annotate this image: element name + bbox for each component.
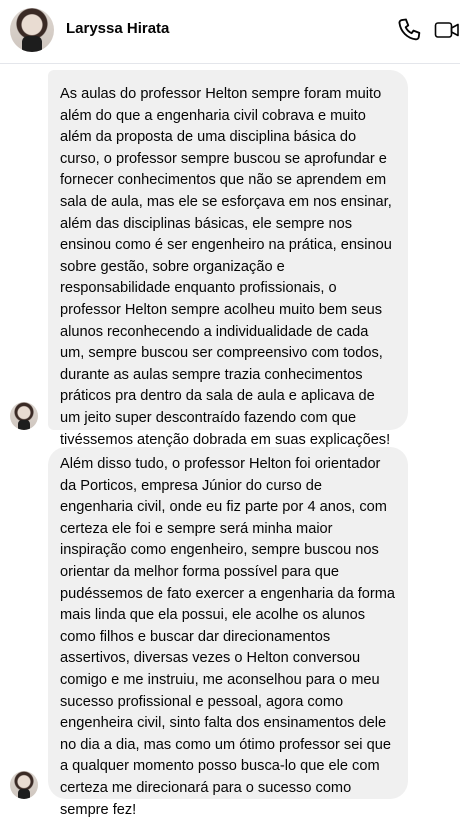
video-camera-icon[interactable]	[434, 16, 460, 44]
phone-icon[interactable]	[396, 16, 424, 44]
chat-header: Laryssa Hirata	[0, 0, 460, 64]
sender-avatar[interactable]	[10, 771, 38, 799]
contact-avatar[interactable]	[10, 8, 54, 52]
message-bubble[interactable]: As aulas do professor Helton sempre fora…	[48, 70, 408, 448]
message-text: Além disso tudo, o professor Helton foi …	[60, 456, 396, 818]
message-text: As aulas do professor Helton sempre fora…	[60, 86, 392, 448]
sender-avatar[interactable]	[10, 402, 38, 430]
message-bubble[interactable]: Além disso tudo, o professor Helton foi …	[48, 447, 408, 818]
contact-name[interactable]: Laryssa Hirata	[66, 20, 169, 37]
